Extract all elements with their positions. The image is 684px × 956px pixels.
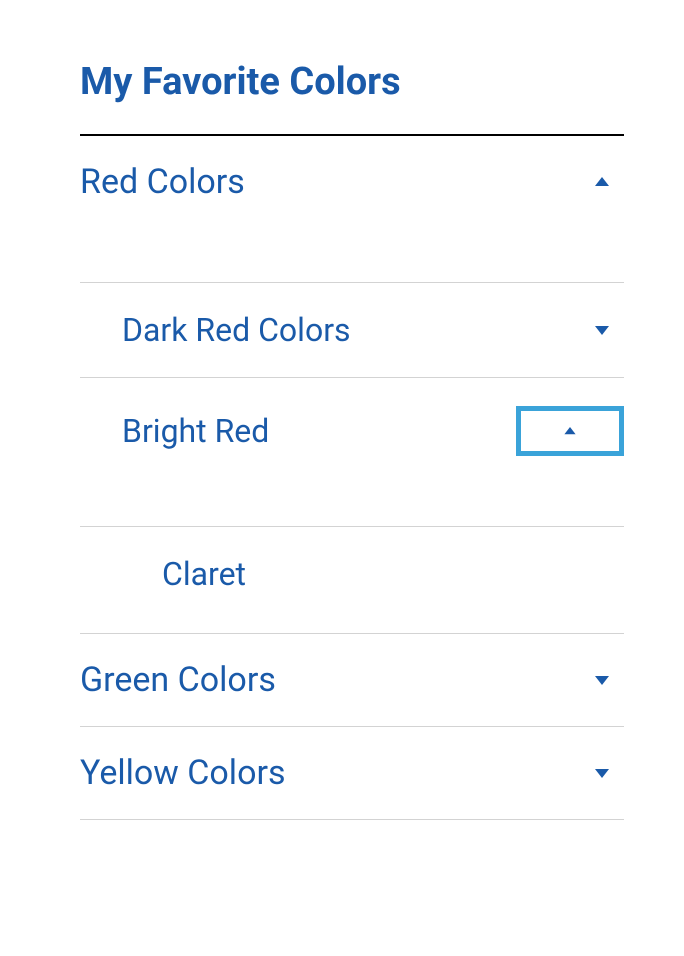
caret-down-icon bbox=[592, 763, 612, 783]
caret-up-focused-icon[interactable] bbox=[516, 406, 624, 456]
section-header-bright-red[interactable]: Bright Red bbox=[80, 378, 624, 526]
section-dark-red-colors: Dark Red Colors bbox=[80, 283, 624, 378]
item-label: Claret bbox=[162, 555, 246, 593]
caret-down-icon bbox=[592, 320, 612, 340]
caret-down-icon bbox=[592, 670, 612, 690]
section-yellow-colors: Yellow Colors bbox=[80, 727, 624, 820]
section-header-yellow-colors[interactable]: Yellow Colors bbox=[80, 727, 624, 819]
section-label: Green Colors bbox=[80, 660, 276, 700]
page-title: My Favorite Colors bbox=[80, 60, 624, 104]
caret-up-icon bbox=[592, 172, 612, 192]
section-header-dark-red-colors[interactable]: Dark Red Colors bbox=[80, 283, 624, 377]
section-label: Red Colors bbox=[80, 162, 245, 202]
section-header-red-colors[interactable]: Red Colors bbox=[80, 136, 624, 282]
item-claret[interactable]: Claret bbox=[80, 527, 624, 634]
section-label: Yellow Colors bbox=[80, 753, 286, 793]
section-red-colors: Red Colors bbox=[80, 136, 624, 283]
section-header-green-colors[interactable]: Green Colors bbox=[80, 634, 624, 726]
section-label: Bright Red bbox=[122, 412, 269, 450]
section-green-colors: Green Colors bbox=[80, 634, 624, 727]
section-bright-red: Bright Red bbox=[80, 378, 624, 527]
section-label: Dark Red Colors bbox=[122, 311, 351, 349]
